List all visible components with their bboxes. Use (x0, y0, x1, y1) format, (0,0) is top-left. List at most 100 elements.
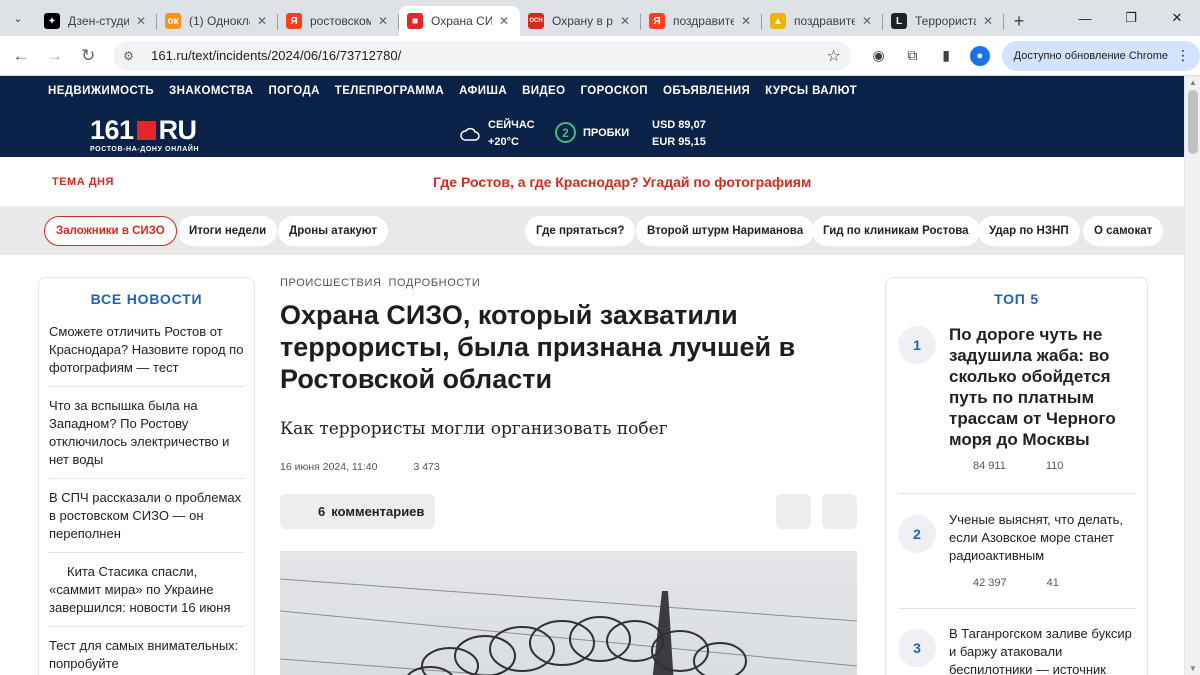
site-logo[interactable]: 161 RU РОСТОВ-НА-ДОНУ ОНЛАЙН (90, 115, 199, 153)
side-panel-icon[interactable]: ▮ (930, 40, 962, 72)
logo-number: 161 (90, 115, 134, 145)
topic-label: ТЕМА ДНЯ (52, 175, 114, 188)
reload-icon[interactable]: ↻ (71, 39, 105, 73)
currency-rates[interactable]: USD 89,07 EUR 95,15 (652, 117, 706, 151)
tag-pill[interactable]: Заложники в СИЗО (44, 216, 177, 246)
news-list: Сможете отличить Ростов от Краснодара? Н… (49, 319, 244, 675)
topic-headline-link[interactable]: Где Ростов, а где Краснодар? Угадай по ф… (433, 174, 811, 190)
ok-icon: ок (165, 13, 181, 29)
close-window-icon[interactable]: ✕ (1154, 0, 1200, 36)
tab-close-icon[interactable]: ✕ (496, 14, 512, 28)
weather-temperature: +20°C (488, 136, 520, 148)
traffic-label: ПРОБКИ (583, 126, 630, 139)
top5-column: ТОП 5 1 По дороге чуть не задушила жаба:… (885, 277, 1148, 675)
browser-toolbar: ← → ↻ ⚙ 161.ru/text/incidents/2024/06/16… (0, 36, 1200, 76)
rubric-incidents[interactable]: ПРОИСШЕСТВИЯ (280, 277, 382, 289)
razor-wire-image (280, 578, 857, 675)
person-icon: ● (969, 45, 990, 66)
top-nav-link[interactable]: НЕДВИЖИМОСТЬ (48, 85, 154, 97)
tag-pill[interactable]: Гид по клиникам Ростова (812, 216, 980, 246)
news-list-item[interactable]: В СПЧ рассказали о проблемах в ростовско… (49, 485, 244, 553)
top-nav-link[interactable]: ВИДЕО (522, 85, 565, 97)
l-icon: L (891, 13, 907, 29)
scroll-up-icon[interactable]: ▲ (1185, 78, 1200, 87)
bookmark-button[interactable] (822, 494, 857, 529)
news-list-item[interactable]: Что за вспышка была на Западном? По Рост… (49, 393, 244, 479)
address-bar[interactable]: ⚙ 161.ru/text/incidents/2024/06/16/73712… (113, 40, 851, 71)
tab-close-icon[interactable]: ✕ (617, 14, 633, 28)
restore-icon[interactable]: ❐ (1108, 0, 1154, 36)
browser-tab[interactable]: Яростовскому ✕ (278, 6, 399, 36)
page-scrollbar[interactable]: ▲ ▼ (1184, 76, 1200, 675)
usd-rate: USD 89,07 (652, 119, 706, 131)
tab-search-icon[interactable]: ⌄ (0, 0, 36, 36)
top-nav-link[interactable]: ГОРОСКОП (580, 85, 648, 97)
share-button[interactable] (776, 494, 811, 529)
top-nav-link[interactable]: ТЕЛЕПРОГРАММА (335, 85, 444, 97)
weather-widget[interactable]: СЕЙЧАС +20°C (460, 117, 535, 151)
top-nav-link[interactable]: ОБЪЯВЛЕНИЯ (663, 85, 750, 97)
tag-pill[interactable]: Итоги недели (178, 216, 278, 246)
site-info-icon[interactable]: ⚙ (123, 49, 141, 63)
new-tab-button[interactable]: + (1004, 6, 1034, 36)
tab-close-icon[interactable]: ✕ (980, 14, 996, 28)
browser-tab[interactable]: Япоздравите ✕ (641, 6, 762, 36)
bookmark-star-icon[interactable]: ☆ (826, 46, 840, 66)
dzen-icon: ✦ (44, 13, 60, 29)
top-nav-link[interactable]: ЗНАКОМСТВА (169, 85, 253, 97)
top5-title[interactable]: ТОП 5 (886, 291, 1147, 307)
chrome-update-button[interactable]: Доступно обновление Chrome ⋮ (1001, 40, 1200, 71)
traffic-widget[interactable]: 2 ПРОБКИ (555, 122, 629, 143)
browser-tab[interactable]: ок (1) Однокла ✕ (157, 6, 278, 36)
puzzle-extensions-icon[interactable]: ⧉ (897, 40, 929, 72)
top5-item-stats: 42 397 41 (973, 577, 1135, 589)
tab-close-icon[interactable]: ✕ (738, 14, 754, 28)
top5-comments: 41 (1046, 577, 1059, 589)
news-list-item[interactable]: Сможете отличить Ростов от Краснодара? Н… (49, 319, 244, 387)
tag-pill[interactable]: О самокат (1083, 216, 1164, 246)
tab-title: Охрана СИЗ (431, 14, 492, 28)
tag-pill[interactable]: Удар по НЗНП (978, 216, 1080, 246)
all-news-title[interactable]: ВСЕ НОВОСТИ (39, 291, 254, 307)
browser-tab[interactable]: ✦ Дзен-студия ✕ (36, 6, 157, 36)
minimize-icon[interactable]: — (1062, 0, 1108, 36)
tag-strip: Заложники в СИЗО Итоги недели Дроны атакую… (0, 207, 1184, 255)
browser-tab[interactable]: OCH Охрану в ро ✕ (520, 6, 641, 36)
news-list-item[interactable]: Кита Стасика спасли, «саммит мира» по Ук… (49, 559, 244, 627)
tab-close-icon[interactable]: ✕ (859, 14, 875, 28)
top-nav-link[interactable]: КУРСЫ ВАЛЮТ (765, 85, 857, 97)
extension-icon[interactable]: ◉ (863, 40, 895, 72)
rubric-details[interactable]: ПОДРОБНОСТИ (389, 277, 481, 289)
profile-avatar[interactable]: ● (964, 40, 996, 72)
browser-tab[interactable]: L Террориста ✕ (883, 6, 1004, 36)
topic-of-day-bar: ТЕМА ДНЯ Где Ростов, а где Краснодар? Уг… (0, 157, 1184, 207)
forward-icon[interactable]: → (38, 39, 72, 73)
tag-pill[interactable]: Где прятаться? (525, 216, 636, 246)
yandex-icon: Я (286, 13, 302, 29)
top5-item-stats: 84 911 110 (973, 460, 1135, 472)
top5-item[interactable]: 3 В Таганрогском заливе буксир и баржу а… (886, 625, 1147, 675)
logo-tagline: РОСТОВ-НА-ДОНУ ОНЛАЙН (90, 146, 200, 153)
tab-close-icon[interactable]: ✕ (254, 14, 270, 28)
top-nav-link[interactable]: АФИША (459, 85, 507, 97)
browser-tab[interactable]: ■ Охрана СИЗ ✕ (399, 6, 520, 36)
tab-close-icon[interactable]: ✕ (133, 14, 149, 28)
tag-pill[interactable]: Второй штурм Наримановa (636, 216, 815, 246)
tag-pill[interactable]: Дроны атакуют (278, 216, 388, 246)
update-label: Доступно обновление Chrome (1013, 49, 1168, 62)
top5-item[interactable]: 1 По дороге чуть не задушила жаба: во ск… (886, 324, 1147, 472)
scroll-thumb[interactable] (1188, 90, 1198, 154)
article-photo (280, 551, 857, 675)
yandex-icon: Я (649, 13, 665, 29)
news-list-item[interactable]: Тест для самых внимательных: попробуйте (49, 633, 244, 675)
tab-title: поздравите (794, 14, 855, 28)
tab-close-icon[interactable]: ✕ (375, 14, 391, 28)
back-icon[interactable]: ← (4, 39, 38, 73)
comments-button[interactable]: 6 комментариев (280, 494, 436, 529)
top-nav-link[interactable]: ПОГОДА (269, 85, 320, 97)
top5-rank: 1 (898, 326, 936, 364)
top5-item[interactable]: 2 Ученые выяснят, что делать, если Азовс… (886, 511, 1147, 589)
image-icon: ▲ (770, 13, 786, 29)
browser-tab[interactable]: ▲ поздравите ✕ (762, 6, 883, 36)
scroll-down-icon[interactable]: ▼ (1185, 664, 1200, 673)
